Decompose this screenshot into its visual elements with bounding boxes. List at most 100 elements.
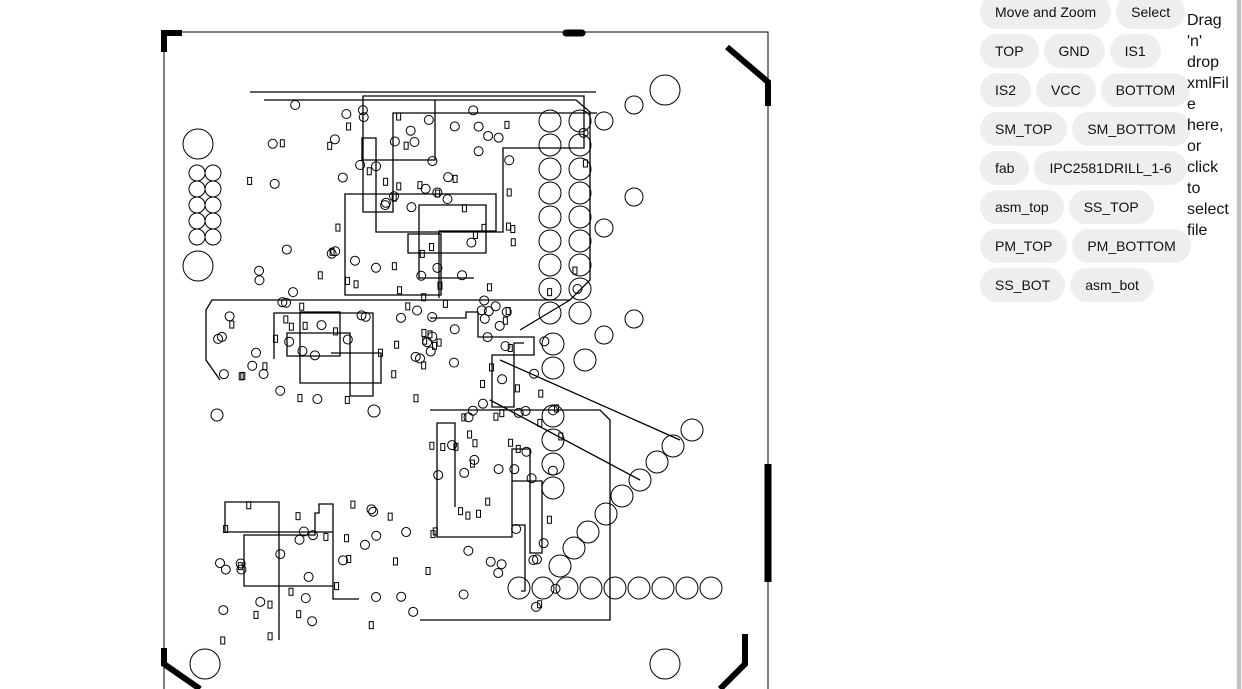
pad [538, 301, 562, 325]
button-row: SM_TOP SM_BOTTOM [980, 112, 1191, 146]
smd-pad [572, 266, 578, 275]
smd-pad [366, 167, 372, 176]
via [483, 306, 494, 317]
asm-top-button[interactable]: asm_top [980, 190, 1064, 224]
via [493, 132, 504, 143]
smd-pad [302, 321, 308, 330]
pad [568, 277, 592, 301]
pm-bottom-button[interactable]: PM_BOTTOM [1072, 229, 1191, 263]
via [425, 346, 436, 357]
via [449, 121, 460, 132]
trace [224, 501, 359, 640]
pad [204, 196, 222, 214]
via [254, 275, 265, 286]
via [371, 530, 382, 541]
smd-pad [283, 315, 289, 324]
via [493, 464, 504, 475]
pad [538, 181, 562, 205]
pad [568, 133, 592, 157]
scrollbar-thumb[interactable] [1237, 0, 1241, 689]
via [443, 172, 454, 183]
via [255, 596, 266, 607]
smd-pad [327, 141, 333, 150]
pad [204, 212, 222, 230]
via [463, 545, 474, 556]
via [477, 398, 488, 409]
top-button[interactable]: TOP [980, 34, 1039, 68]
sm-top-button[interactable]: SM_TOP [980, 112, 1068, 146]
vcc-button[interactable]: VCC [1036, 73, 1096, 107]
smd-pad [391, 262, 397, 271]
via [401, 527, 412, 538]
pm-top-button[interactable]: PM_TOP [980, 229, 1068, 263]
mounting-hole [624, 187, 644, 207]
smd-pad [229, 320, 235, 329]
via [448, 357, 459, 368]
select-button[interactable]: Select [1116, 0, 1186, 29]
via [458, 589, 469, 600]
mounting-hole [594, 325, 614, 345]
ss-top-button[interactable]: SS_TOP [1068, 190, 1154, 224]
via [427, 311, 438, 322]
fab-button[interactable]: fab [980, 151, 1030, 185]
smd-pad [461, 204, 467, 213]
pad [675, 576, 699, 600]
move-and-zoom-button[interactable]: Move and Zoom [980, 0, 1112, 29]
via [408, 606, 419, 617]
ipc2581drill-1-6-button[interactable]: IPC2581DRILL_1-6 [1034, 151, 1187, 185]
smd-pad [387, 512, 393, 521]
via [388, 191, 399, 202]
button-row: TOP GND IS1 [980, 34, 1184, 68]
smd-pad [368, 621, 374, 630]
via [539, 336, 550, 347]
via [433, 470, 444, 481]
smd-pad [403, 141, 409, 150]
smd-pad [429, 441, 435, 450]
button-row: SS_BOT asm_bot [980, 268, 1184, 302]
pad [579, 576, 603, 600]
via [220, 564, 231, 575]
via [329, 134, 340, 145]
smd-pad [436, 338, 442, 347]
via [300, 593, 311, 604]
smd-pad [506, 188, 512, 197]
file-dropzone[interactable]: Drag 'n' drop xmlFile here, or click to … [1187, 10, 1235, 241]
smd-pad [476, 509, 482, 518]
smd-pad [262, 362, 268, 371]
bottom-button[interactable]: BOTTOM [1100, 73, 1191, 107]
smd-pad [295, 512, 301, 521]
pad [188, 180, 206, 198]
via [267, 138, 278, 149]
via [269, 178, 280, 189]
smd-pad [452, 174, 458, 183]
gnd-button[interactable]: GND [1043, 34, 1105, 68]
smd-pad [493, 412, 499, 421]
trace [273, 311, 382, 397]
smd-pad [547, 288, 553, 297]
asm-bot-button[interactable]: asm_bot [1070, 268, 1154, 302]
smd-pad [391, 370, 397, 379]
via [442, 194, 453, 205]
pad [204, 164, 222, 182]
smd-pad [246, 501, 252, 510]
via [275, 385, 286, 396]
smd-pad [506, 222, 512, 231]
smd-pad [485, 497, 491, 506]
smd-pad [405, 302, 411, 311]
via [341, 108, 352, 119]
mounting-hole [649, 74, 681, 106]
smd-pad [247, 176, 253, 185]
via [389, 136, 400, 147]
smd-pad [419, 249, 425, 258]
is1-button[interactable]: IS1 [1109, 34, 1161, 68]
via [350, 255, 361, 266]
sm-bottom-button[interactable]: SM_BOTTOM [1072, 112, 1191, 146]
ss-bot-button[interactable]: SS_BOT [980, 268, 1066, 302]
via [420, 183, 431, 194]
pcb-canvas[interactable] [0, 0, 975, 689]
via [423, 114, 434, 125]
is2-button[interactable]: IS2 [980, 73, 1032, 107]
smd-pad [546, 515, 552, 524]
pad [541, 476, 565, 500]
smd-pad [396, 112, 402, 121]
